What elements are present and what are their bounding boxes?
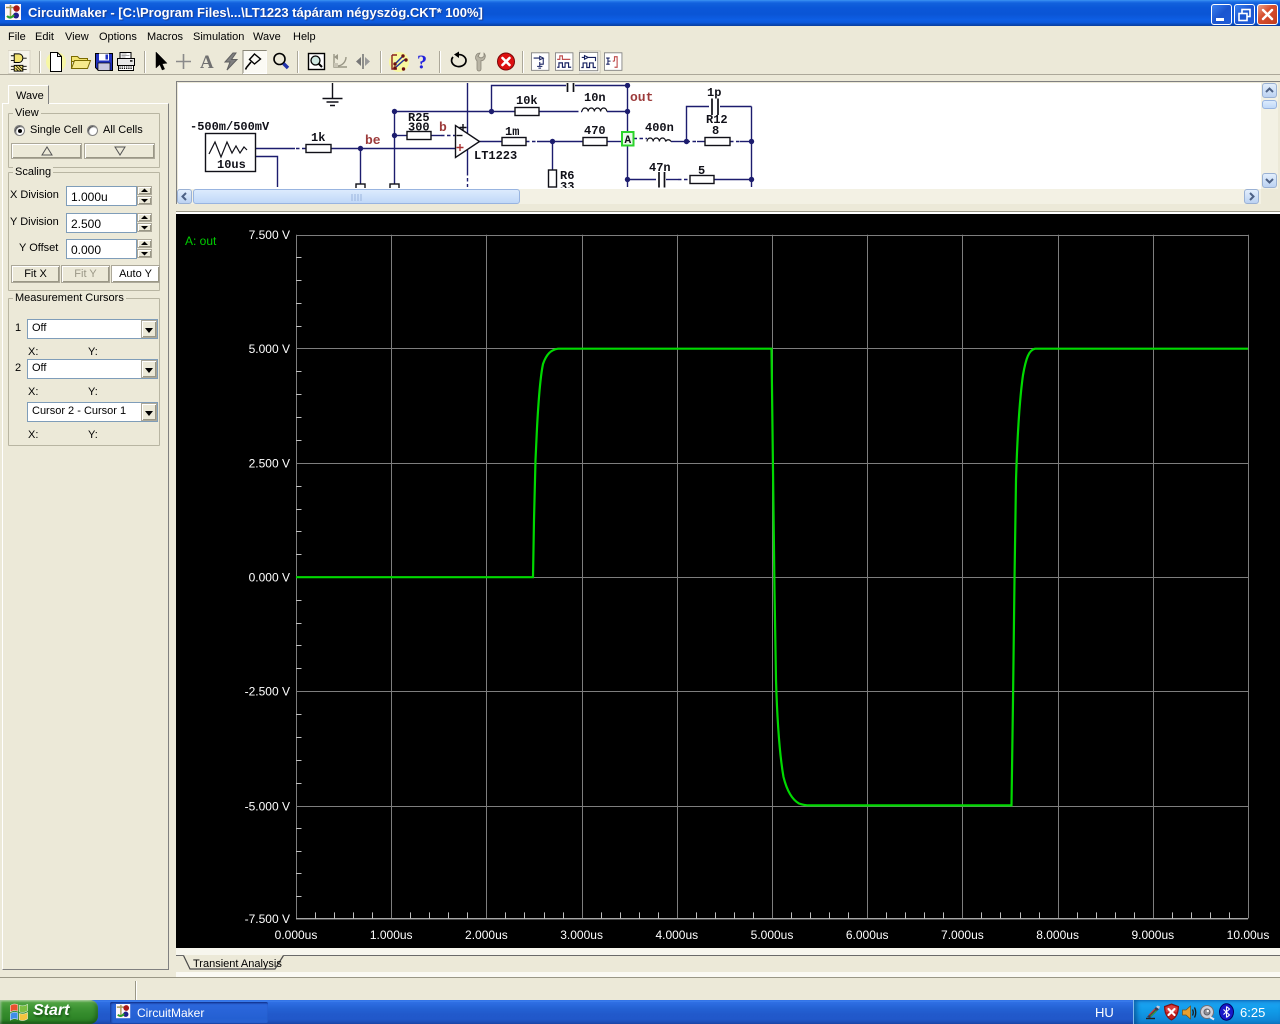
svg-text:b: b [439, 120, 447, 135]
svg-text:0.000 V: 0.000 V [249, 571, 290, 585]
svg-text:Transient Analysis: Transient Analysis [193, 958, 282, 970]
svg-text:10.00us: 10.00us [1227, 928, 1270, 942]
svg-text:A: A [200, 52, 214, 73]
svg-text:10k: 10k [516, 94, 538, 108]
svg-text:470: 470 [584, 124, 606, 138]
svg-text:-5.000 V: -5.000 V [245, 800, 290, 814]
svg-text:2.500 V: 2.500 V [249, 456, 290, 470]
svg-text:10us: 10us [217, 158, 246, 172]
svg-text:7.000us: 7.000us [941, 928, 984, 942]
svg-text:4.000us: 4.000us [655, 928, 698, 942]
svg-text:7.500 V: 7.500 V [249, 228, 290, 242]
svg-text:1m: 1m [505, 125, 519, 139]
svg-text:1p: 1p [707, 86, 721, 100]
svg-text:33: 33 [560, 180, 574, 188]
svg-text:-2.500 V: -2.500 V [245, 685, 290, 699]
svg-text:1.000us: 1.000us [370, 928, 413, 942]
svg-text:300: 300 [408, 121, 430, 135]
svg-text:8: 8 [712, 124, 719, 138]
svg-text:out: out [630, 90, 653, 105]
svg-text:0.000us: 0.000us [275, 928, 318, 942]
svg-text:-500m/500mV: -500m/500mV [190, 120, 270, 134]
svg-text:LT1223: LT1223 [474, 149, 517, 163]
svg-text:3.000us: 3.000us [560, 928, 603, 942]
svg-text:6.000us: 6.000us [846, 928, 889, 942]
svg-text:5.000us: 5.000us [751, 928, 794, 942]
svg-text:?: ? [417, 52, 427, 74]
svg-text:400n: 400n [645, 121, 674, 135]
svg-text:1k: 1k [311, 131, 325, 145]
svg-text:2.000us: 2.000us [465, 928, 508, 942]
svg-text:-7.500 V: -7.500 V [245, 912, 290, 926]
svg-text:9.000us: 9.000us [1131, 928, 1174, 942]
svg-text:A: A [625, 135, 632, 147]
svg-text:be: be [365, 133, 381, 148]
svg-text:5.000 V: 5.000 V [249, 342, 290, 356]
svg-text:A: out: A: out [185, 234, 217, 248]
svg-text:8.000us: 8.000us [1036, 928, 1079, 942]
svg-text:5: 5 [698, 164, 705, 178]
svg-text:47n: 47n [649, 161, 671, 175]
svg-text:10n: 10n [584, 91, 606, 105]
